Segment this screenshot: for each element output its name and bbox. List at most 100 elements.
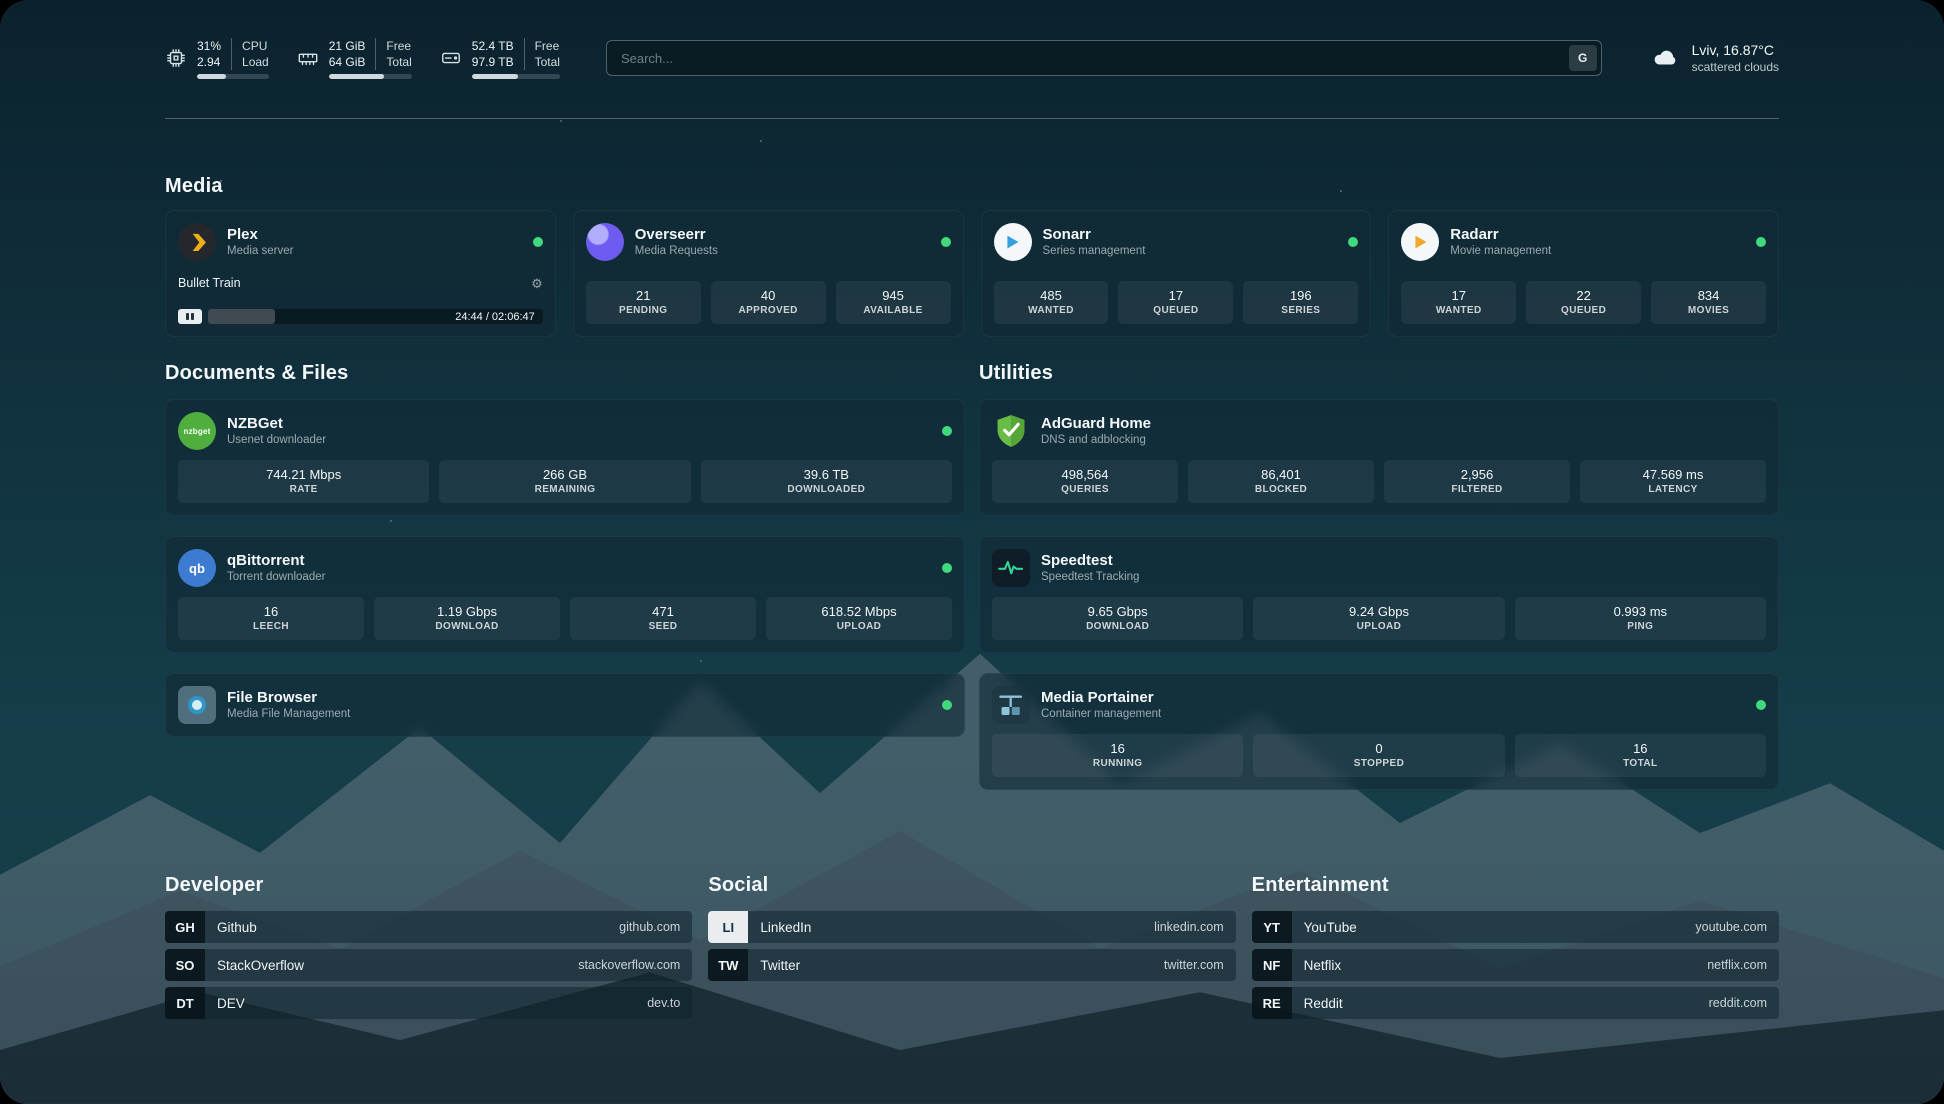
weather-condition: scattered clouds	[1692, 59, 1779, 75]
netflix-abbr-badge: NF	[1252, 949, 1292, 981]
radarr-stats: 17 WANTED 22 QUEUED 834 MOVIES	[1401, 281, 1766, 324]
now-playing-title: Bullet Train	[178, 276, 241, 290]
stat-pending: 21 PENDING	[586, 281, 701, 324]
link-stackoverflow[interactable]: SO StackOverflow stackoverflow.com	[165, 949, 692, 981]
reddit-abbr-badge: RE	[1252, 987, 1292, 1019]
search-engine-button[interactable]: G	[1569, 45, 1597, 71]
link-url: reddit.com	[1709, 996, 1767, 1010]
status-dot	[942, 563, 952, 573]
adguard-meta: AdGuard Home DNS and adblocking	[1041, 414, 1151, 448]
stat-label: AVAILABLE	[840, 304, 947, 317]
app-desc: Movie management	[1450, 244, 1551, 259]
stat-value: 485	[998, 287, 1105, 304]
radarr-icon	[1401, 223, 1439, 261]
status-dot	[941, 237, 951, 247]
app-card-overseerr[interactable]: Overseerr Media Requests 21 PENDING 40 A…	[573, 210, 964, 337]
stat-remaining: 266 GB REMAINING	[439, 460, 690, 503]
cpu-load-value: 2.94	[197, 54, 221, 70]
app-card-filebrowser[interactable]: File Browser Media File Management	[165, 673, 965, 737]
stat-seed: 471 SEED	[570, 597, 756, 640]
app-desc: Usenet downloader	[227, 433, 326, 448]
disk-progress-bar	[472, 74, 560, 79]
stat-label: UPLOAD	[1257, 620, 1500, 633]
app-name: File Browser	[227, 688, 350, 707]
stat-value: 0	[1257, 740, 1500, 757]
link-name: Netflix	[1304, 958, 1342, 973]
settings-gear-icon[interactable]: ⚙	[531, 277, 543, 290]
link-youtube[interactable]: YT YouTube youtube.com	[1252, 911, 1779, 943]
app-name: NZBGet	[227, 414, 326, 433]
app-card-portainer[interactable]: Media Portainer Container management 16 …	[979, 673, 1779, 790]
link-linkedin[interactable]: LI LinkedIn linkedin.com	[708, 911, 1235, 943]
topbar-divider	[165, 118, 1779, 119]
stat-label: SERIES	[1247, 304, 1354, 317]
link-url: stackoverflow.com	[578, 958, 680, 972]
link-github[interactable]: GH Github github.com	[165, 911, 692, 943]
app-card-radarr[interactable]: Radarr Movie management 17 WANTED 22 QUE…	[1388, 210, 1779, 337]
app-desc: DNS and adblocking	[1041, 433, 1151, 448]
status-dot	[1756, 700, 1766, 710]
link-url: github.com	[619, 920, 680, 934]
link-url: twitter.com	[1164, 958, 1224, 972]
stat-label: TOTAL	[1519, 757, 1762, 770]
stat-value: 39.6 TB	[705, 466, 948, 483]
developer-section-title: Developer	[165, 874, 692, 897]
dashboard-screen: 31% 2.94 CPU Load	[0, 0, 1944, 1104]
playback-progress-row: 24:44 / 02:06:47	[178, 309, 543, 324]
stat-label: QUEUED	[1122, 304, 1229, 317]
app-card-plex[interactable]: Plex Media server Bullet Train ⚙	[165, 210, 556, 337]
stat-wanted: 17 WANTED	[1401, 281, 1516, 324]
portainer-crane-icon	[992, 686, 1030, 724]
stat-value: 16	[1519, 740, 1762, 757]
middle-columns: Documents & Files nzbget NZBGet Usenet d…	[165, 362, 1779, 810]
pause-button[interactable]	[178, 309, 202, 324]
app-name: qBittorrent	[227, 551, 325, 570]
link-dev[interactable]: DT DEV dev.to	[165, 987, 692, 1019]
app-desc: Series management	[1043, 244, 1146, 259]
stat-value: 16	[182, 603, 360, 620]
adguard-stats: 498,564 QUERIES 86,401 BLOCKED 2,956 FIL…	[992, 460, 1766, 503]
adguard-card-header: AdGuard Home DNS and adblocking	[992, 412, 1766, 450]
adguard-shield-icon	[992, 412, 1030, 450]
stat-label: DOWNLOAD	[378, 620, 556, 633]
app-card-adguard[interactable]: AdGuard Home DNS and adblocking 498,564 …	[979, 399, 1779, 516]
stat-label: UPLOAD	[770, 620, 948, 633]
stat-value: 0.993 ms	[1519, 603, 1762, 620]
stat-downloaded: 39.6 TB DOWNLOADED	[701, 460, 952, 503]
link-netflix[interactable]: NF Netflix netflix.com	[1252, 949, 1779, 981]
plex-icon	[178, 223, 216, 261]
media-cards-row: Plex Media server Bullet Train ⚙	[165, 210, 1779, 337]
plex-card-header: Plex Media server	[178, 223, 543, 261]
overseerr-meta: Overseerr Media Requests	[635, 225, 718, 259]
twitter-abbr-badge: TW	[708, 949, 748, 981]
cpu-readout: 31% 2.94 CPU Load	[197, 38, 269, 79]
stat-label: STOPPED	[1257, 757, 1500, 770]
disk-total-label: Total	[535, 54, 560, 70]
cpu-label: CPU	[242, 38, 269, 54]
link-reddit[interactable]: RE Reddit reddit.com	[1252, 987, 1779, 1019]
link-twitter[interactable]: TW Twitter twitter.com	[708, 949, 1235, 981]
app-name: Sonarr	[1043, 225, 1146, 244]
section-documents-files: Documents & Files nzbget NZBGet Usenet d…	[165, 362, 965, 810]
utilities-section-title: Utilities	[979, 362, 1779, 385]
qbittorrent-icon: qb	[178, 549, 216, 587]
stat-running: 16 RUNNING	[992, 734, 1243, 777]
stat-label: RATE	[182, 483, 425, 496]
app-card-speedtest[interactable]: Speedtest Speedtest Tracking 9.65 Gbps D…	[979, 536, 1779, 653]
stat-label: DOWNLOADED	[705, 483, 948, 496]
stat-label: BLOCKED	[1192, 483, 1370, 496]
app-card-sonarr[interactable]: Sonarr Series management 485 WANTED 17 Q…	[981, 210, 1372, 337]
search-input[interactable]	[606, 40, 1602, 76]
linkedin-abbr-badge: LI	[708, 911, 748, 943]
app-card-nzbget[interactable]: nzbget NZBGet Usenet downloader 744.21 M…	[165, 399, 965, 516]
app-card-qbittorrent[interactable]: qb qBittorrent Torrent downloader 16 LEE…	[165, 536, 965, 653]
stat-queued: 22 QUEUED	[1526, 281, 1641, 324]
section-media: Media Plex Media server Bullet	[165, 175, 1779, 337]
stat-ping: 0.993 ms PING	[1515, 597, 1766, 640]
status-dot	[942, 700, 952, 710]
speedtest-stats: 9.65 Gbps DOWNLOAD 9.24 Gbps UPLOAD 0.99…	[992, 597, 1766, 640]
search-bar: G	[606, 40, 1602, 76]
ram-free-label: Free	[386, 38, 411, 54]
cpu-percent: 31%	[197, 38, 221, 54]
stat-value: 1.19 Gbps	[378, 603, 556, 620]
